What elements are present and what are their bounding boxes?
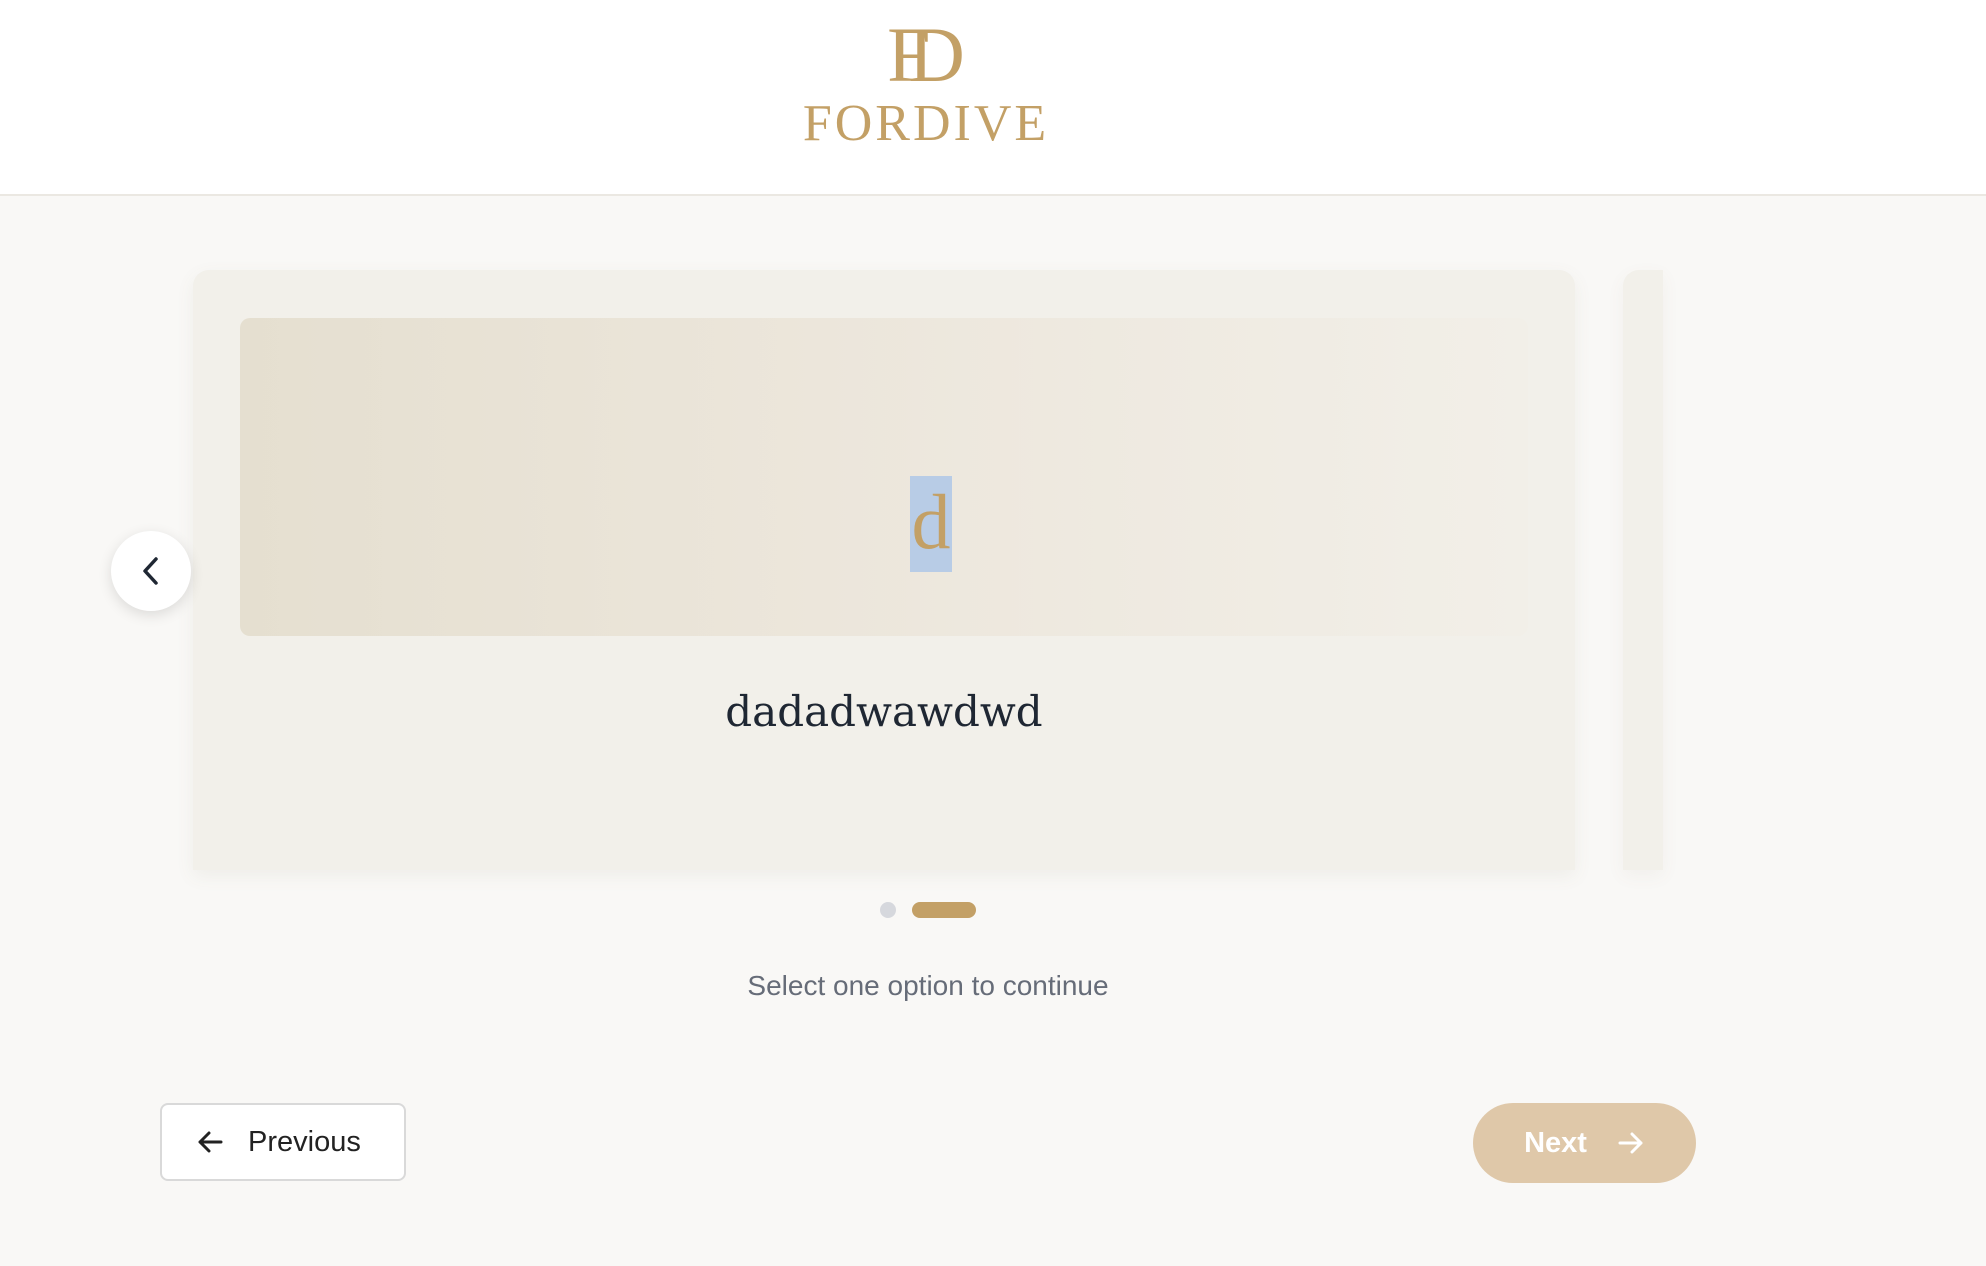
arrow-left-icon bbox=[196, 1129, 224, 1155]
carousel-prev-button[interactable] bbox=[111, 531, 191, 611]
carousel-dot-2-active[interactable] bbox=[912, 902, 976, 918]
option-card[interactable]: d dadadwawdwd bbox=[193, 270, 1575, 870]
previous-button-label: Previous bbox=[248, 1125, 361, 1158]
logo-mark: FD bbox=[887, 11, 965, 98]
option-card-image: d bbox=[240, 318, 1528, 636]
option-card-peek[interactable] bbox=[1623, 270, 1663, 870]
logo-text: FORDIVE bbox=[802, 95, 1050, 152]
next-button-label: Next bbox=[1524, 1126, 1587, 1159]
header: FD FORDIVE bbox=[0, 0, 1986, 196]
arrow-right-icon bbox=[1617, 1130, 1645, 1156]
next-button[interactable]: Next bbox=[1473, 1103, 1696, 1183]
option-card-initial: d bbox=[910, 476, 952, 572]
chevron-left-icon bbox=[138, 555, 164, 587]
carousel-dot-1[interactable] bbox=[880, 902, 896, 918]
fordive-logo[interactable]: FD FORDIVE bbox=[780, 16, 1072, 156]
selection-hint: Select one option to continue bbox=[747, 970, 1109, 1001]
option-card-title: dadadwawdwd bbox=[725, 687, 1043, 736]
previous-button[interactable]: Previous bbox=[160, 1103, 406, 1181]
